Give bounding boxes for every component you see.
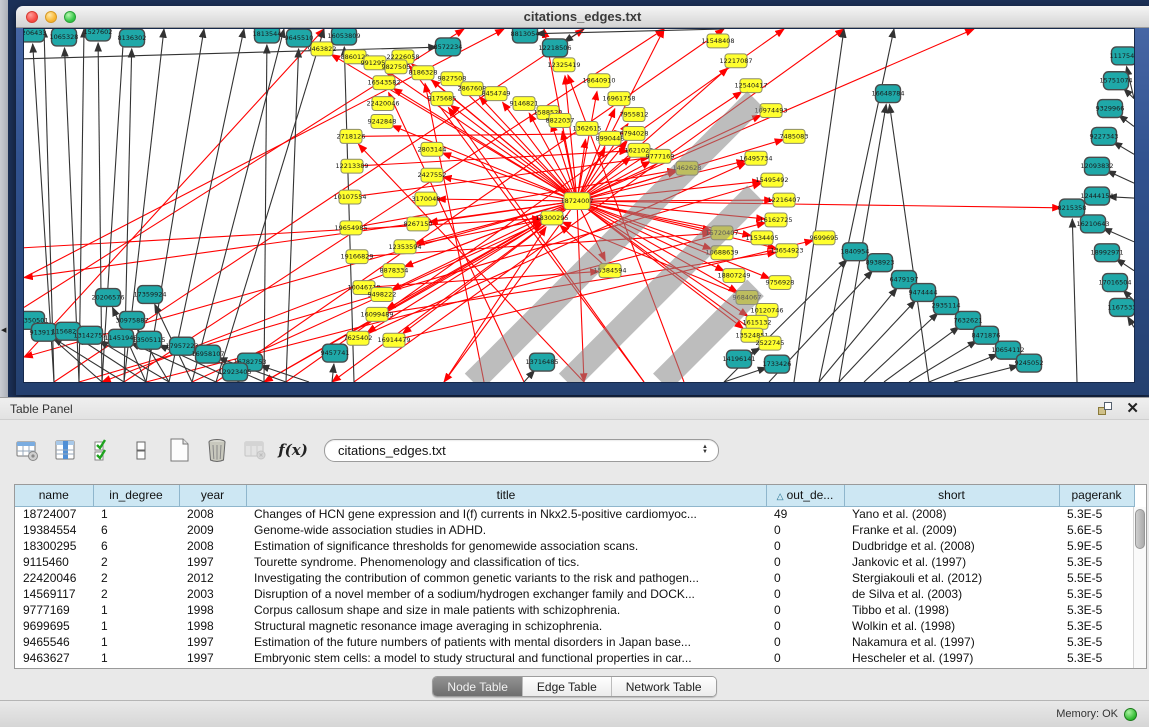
column-header-in_degree[interactable]: in_degree [93,485,179,506]
table-row[interactable]: 1456911722003Disruption of a novel membe… [15,586,1134,602]
column-header-pagerank[interactable]: pagerank [1059,485,1134,506]
table-settings-icon[interactable] [14,437,40,463]
table-row[interactable]: 946362711997Embryonic stem cells: a mode… [15,650,1134,666]
node-table[interactable]: namein_degreeyeartitle△out_de...shortpag… [14,484,1147,669]
dropdown-arrows-icon: ▲▼ [702,445,708,455]
table-select-value: citations_edges.txt [338,443,702,458]
desktop: ◀ citations_edges.txt 187240071830029594… [0,0,1149,397]
table-tab-bar: Node Table Edge Table Network Table [432,676,716,697]
column-header-title[interactable]: title [246,485,766,506]
network-window-title: citations_edges.txt [524,9,642,24]
tab-node-table[interactable]: Node Table [433,677,523,696]
memory-status-label: Memory: OK [1056,708,1118,720]
table-scrollbar[interactable] [1133,507,1146,668]
float-window-icon[interactable] [1098,402,1112,415]
new-table-icon[interactable] [166,437,192,463]
clear-selection-icon[interactable] [128,437,154,463]
table-row[interactable]: 969969511998Structural magnetic resonanc… [15,618,1134,634]
tab-network-table[interactable]: Network Table [612,677,716,696]
close-panel-icon[interactable]: ✕ [1126,401,1139,416]
select-column-icon[interactable] [52,437,78,463]
column-header-short[interactable]: short [844,485,1059,506]
table-row[interactable]: 2242004622012Investigating the contribut… [15,570,1134,586]
panel-collapse-strip[interactable]: ◀ [0,0,8,397]
function-builder-icon[interactable]: f(x) [280,437,306,463]
resize-grip-icon[interactable] [24,29,1134,382]
table-toolbar: f(x) citations_edges.txt ▲▼ [0,428,1149,472]
table-row[interactable]: 1872400712008Changes of HCN gene express… [15,506,1134,522]
table-select-dropdown[interactable]: citations_edges.txt ▲▼ [324,439,719,462]
table-row[interactable]: 911546021997Tourette syndrome. Phenomeno… [15,554,1134,570]
select-all-checks-icon[interactable] [90,437,116,463]
table-row[interactable]: 1938455462009Genome-wide association stu… [15,522,1134,538]
delete-column-icon[interactable] [204,437,230,463]
zoom-button[interactable] [64,11,76,23]
table-row[interactable]: 946554611997Estimation of the future num… [15,634,1134,650]
network-window-titlebar[interactable]: citations_edges.txt [16,6,1149,28]
network-window[interactable]: citations_edges.txt 18724007183002959463… [16,6,1149,395]
column-header-out_de[interactable]: △out_de... [766,485,844,506]
table-row[interactable]: 977716911998Corpus callosum shape and si… [15,602,1134,618]
tab-edge-table[interactable]: Edge Table [523,677,612,696]
minimize-button[interactable] [45,11,57,23]
table-row[interactable]: 1830029562008Estimation of significance … [15,538,1134,554]
column-header-year[interactable]: year [179,485,246,506]
status-bar: Memory: OK [0,700,1149,727]
network-canvas[interactable]: 1872400718300295946382288601289912954222… [23,28,1135,383]
memory-ok-led-icon[interactable] [1124,708,1137,721]
column-header-name[interactable]: name [15,485,93,506]
table-panel: Table Panel ✕ f(x) citations_edges.txt ▲… [0,397,1149,700]
close-button[interactable] [26,11,38,23]
collapse-arrow-icon[interactable]: ◀ [1,326,6,334]
table-scrollbar-thumb[interactable] [1135,509,1145,549]
delete-table-icon [242,437,268,463]
table-panel-title: Table Panel [10,402,1098,416]
